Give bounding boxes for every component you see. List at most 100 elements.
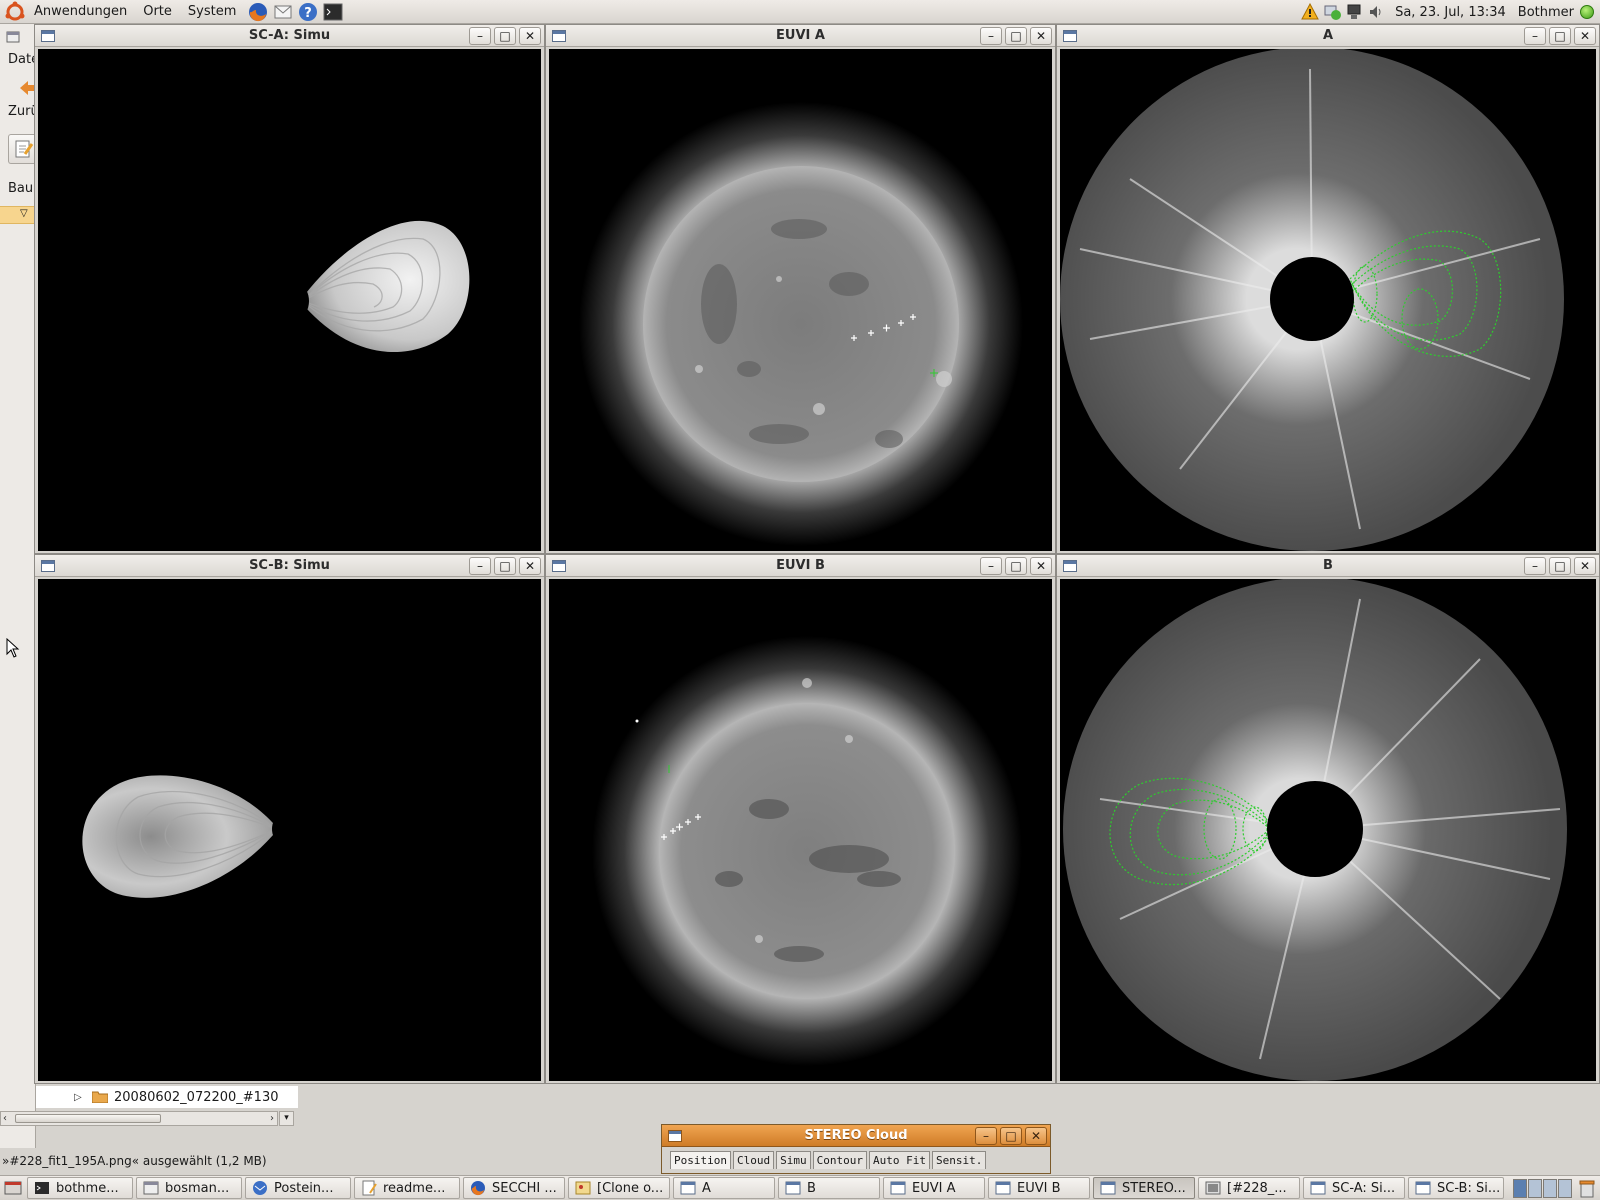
close-button[interactable]: ✕	[1030, 27, 1052, 45]
tab-simu[interactable]: Simu	[776, 1151, 811, 1169]
scroll-left-icon[interactable]: ‹	[3, 1112, 7, 1125]
volume-icon[interactable]	[1367, 3, 1385, 21]
edit-location-button[interactable]	[8, 134, 35, 164]
firefox-launcher-icon[interactable]	[247, 1, 269, 23]
sidebar-dropdown[interactable]: ▽	[0, 206, 35, 224]
minimize-button[interactable]: –	[1524, 27, 1546, 45]
coronagraph-a-image[interactable]	[1060, 49, 1596, 551]
tab-cloud[interactable]: Cloud	[732, 1151, 775, 1169]
task-euvi-b[interactable]: EUVI B	[988, 1177, 1090, 1199]
task-a[interactable]: A	[673, 1177, 775, 1199]
euvi-b-sun-image[interactable]	[549, 579, 1052, 1081]
warning-icon[interactable]	[1301, 3, 1319, 21]
task-readme[interactable]: readme...	[354, 1177, 460, 1199]
trash-icon[interactable]	[1578, 1179, 1596, 1198]
simulation-image[interactable]	[38, 49, 541, 551]
window-sc-b-simu[interactable]: SC-B: Simu – □ ✕	[34, 554, 545, 1084]
stereo-cloud-window[interactable]: STEREO Cloud – □ ✕ Position Cloud Simu C…	[661, 1124, 1051, 1174]
task-sc-a[interactable]: SC-A: Si...	[1303, 1177, 1405, 1199]
close-button[interactable]: ✕	[519, 557, 541, 575]
maximize-button[interactable]: □	[494, 557, 516, 575]
minimize-button[interactable]: –	[1524, 557, 1546, 575]
horizontal-scrollbar[interactable]: ‹ ›	[0, 1111, 278, 1126]
simulation-image[interactable]	[38, 579, 541, 1081]
window-menu-icon[interactable]	[41, 30, 55, 42]
show-desktop-icon[interactable]	[4, 1179, 22, 1197]
ubuntu-logo-icon[interactable]	[4, 1, 26, 23]
menu-places[interactable]: Orte	[135, 4, 180, 19]
window-titlebar[interactable]: A – □ ✕	[1057, 25, 1599, 47]
window-menu-icon[interactable]	[668, 1130, 682, 1142]
scrollbar-thumb[interactable]	[15, 1114, 161, 1123]
window-cor-a[interactable]: A – □ ✕	[1056, 24, 1600, 554]
maximize-button[interactable]: □	[1549, 27, 1571, 45]
workspace-4[interactable]	[1558, 1179, 1572, 1198]
help-launcher-icon[interactable]: ?	[297, 1, 319, 23]
window-menu-icon[interactable]	[552, 30, 566, 42]
close-button[interactable]: ✕	[1574, 557, 1596, 575]
workspace-3[interactable]	[1543, 1179, 1557, 1198]
maximize-button[interactable]: □	[1005, 557, 1027, 575]
task-bothme[interactable]: bothme...	[27, 1177, 133, 1199]
close-button[interactable]: ✕	[1025, 1127, 1047, 1145]
back-button-label[interactable]: Zurü	[8, 104, 35, 119]
window-euvi-a[interactable]: EUVI A – □ ✕	[545, 24, 1056, 554]
task-228[interactable]: [#228_...	[1198, 1177, 1300, 1199]
window-menu-icon[interactable]	[41, 560, 55, 572]
close-button[interactable]: ✕	[519, 27, 541, 45]
scroll-right-icon[interactable]: ›	[270, 1112, 274, 1125]
maximize-button[interactable]: □	[1000, 1127, 1022, 1145]
window-titlebar[interactable]: EUVI A – □ ✕	[546, 25, 1055, 47]
window-titlebar[interactable]: B – □ ✕	[1057, 555, 1599, 577]
minimize-button[interactable]: –	[980, 27, 1002, 45]
folder-tree-row[interactable]: ▷ 20080602_072200_#130	[36, 1086, 298, 1108]
task-secchi[interactable]: SECCHI ...	[463, 1177, 565, 1199]
tree-expander-icon[interactable]: ▷	[74, 1092, 88, 1103]
window-cor-b[interactable]: B – □ ✕	[1056, 554, 1600, 1084]
window-titlebar[interactable]: EUVI B – □ ✕	[546, 555, 1055, 577]
task-b[interactable]: B	[778, 1177, 880, 1199]
task-stereo[interactable]: STEREO...	[1093, 1177, 1195, 1199]
workspace-1[interactable]	[1513, 1179, 1527, 1198]
workspace-2[interactable]	[1528, 1179, 1542, 1198]
tab-position[interactable]: Position	[670, 1151, 731, 1169]
maximize-button[interactable]: □	[494, 27, 516, 45]
task-sc-b[interactable]: SC-B: Si...	[1408, 1177, 1504, 1199]
window-titlebar[interactable]: STEREO Cloud – □ ✕	[662, 1125, 1050, 1147]
file-menu[interactable]: Date	[8, 52, 35, 67]
euvi-a-sun-image[interactable]	[549, 49, 1052, 551]
menu-applications[interactable]: Anwendungen	[26, 4, 135, 19]
maximize-button[interactable]: □	[1549, 557, 1571, 575]
minimize-button[interactable]: –	[980, 557, 1002, 575]
minimize-button[interactable]: –	[469, 27, 491, 45]
task-bosman[interactable]: bosman...	[136, 1177, 242, 1199]
task-clone[interactable]: [Clone o...	[568, 1177, 670, 1199]
window-euvi-b[interactable]: EUVI B – □ ✕	[545, 554, 1056, 1084]
mail-launcher-icon[interactable]	[272, 1, 294, 23]
clock[interactable]: Sa, 23. Jul, 13:34	[1387, 5, 1518, 20]
task-euvi-a[interactable]: EUVI A	[883, 1177, 985, 1199]
tab-sensit[interactable]: Sensit.	[931, 1151, 987, 1169]
network-icon[interactable]	[1345, 3, 1363, 21]
window-titlebar[interactable]: SC-B: Simu – □ ✕	[35, 555, 544, 577]
window-menu-icon[interactable]	[552, 560, 566, 572]
task-postein[interactable]: Postein...	[245, 1177, 351, 1199]
close-button[interactable]: ✕	[1574, 27, 1596, 45]
user-switcher[interactable]: Bothmer	[1518, 5, 1600, 20]
update-notifier-icon[interactable]	[1323, 3, 1342, 21]
minimize-button[interactable]: –	[469, 557, 491, 575]
workspace-switcher[interactable]	[1512, 1179, 1572, 1198]
maximize-button[interactable]: □	[1005, 27, 1027, 45]
window-sc-a-simu[interactable]: SC-A: Simu – □ ✕	[34, 24, 545, 554]
close-button[interactable]: ✕	[1030, 557, 1052, 575]
minimize-button[interactable]: –	[975, 1127, 997, 1145]
window-titlebar[interactable]: SC-A: Simu – □ ✕	[35, 25, 544, 47]
tab-auto-fit[interactable]: Auto Fit	[868, 1151, 930, 1169]
window-menu-icon[interactable]	[1063, 30, 1077, 42]
scroll-down-icon[interactable]: ▾	[279, 1111, 294, 1126]
menu-system[interactable]: System	[180, 4, 244, 19]
window-menu-icon[interactable]	[1063, 560, 1077, 572]
tab-contour[interactable]: Contour	[812, 1151, 867, 1169]
coronagraph-b-image[interactable]	[1060, 579, 1596, 1081]
terminal-launcher-icon[interactable]	[322, 1, 344, 23]
